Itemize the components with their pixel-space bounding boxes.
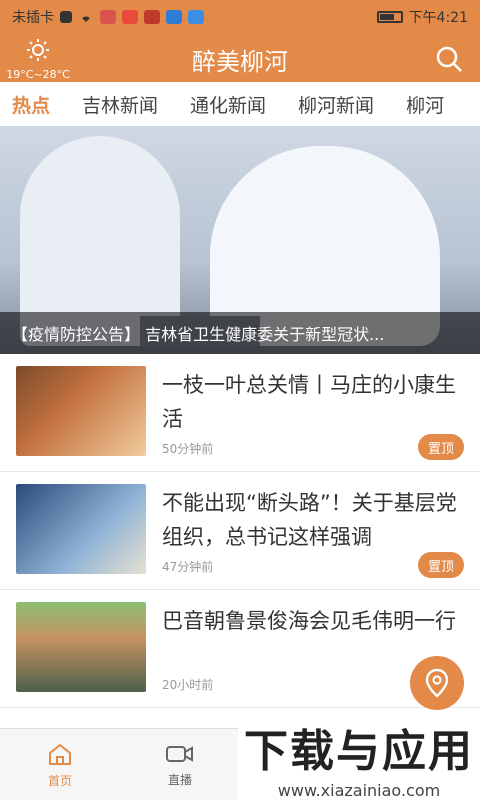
location-pin-icon: [425, 668, 449, 698]
news-time: 50分钟前: [162, 442, 214, 456]
watermark-overlay: 下载与应用 www.xiazainiao.com: [238, 714, 480, 800]
watermark-title: 下载与应用: [244, 725, 474, 777]
home-icon: [49, 743, 71, 765]
search-icon: [436, 46, 462, 72]
watermark-url: www.xiazainiao.com: [277, 780, 441, 800]
news-title: 不能出现“断头路”！关于基层党组织，总书记这样强调: [162, 491, 457, 549]
tab-liuhe[interactable]: 柳河: [406, 85, 444, 124]
wifi-icon: [78, 11, 94, 23]
pinned-badge: 置顶: [418, 434, 464, 460]
tab-hot[interactable]: 热点: [12, 85, 50, 124]
battery-icon: [376, 11, 403, 23]
app-notification-icon: [122, 10, 138, 24]
location-button[interactable]: [410, 656, 464, 710]
news-thumbnail: [16, 602, 146, 692]
sim-alert-icon: [60, 11, 72, 23]
carrier-label: 未插卡: [12, 10, 54, 26]
nav-live-label: 直播: [167, 772, 192, 787]
tab-jilin-news[interactable]: 吉林新闻: [82, 85, 158, 124]
category-tabs: 热点 吉林新闻 通化新闻 柳河新闻 柳河: [0, 82, 480, 126]
app-notification-icon: [188, 10, 204, 24]
app-notification-icon: [166, 10, 182, 24]
status-bar: 未插卡 下午4:21: [0, 0, 480, 34]
tab-liuhe-news[interactable]: 柳河新闻: [298, 85, 374, 124]
news-item[interactable]: 一枝一叶总关情丨马庄的小康生活 50分钟前 置顶: [0, 354, 480, 472]
app-header: 19°C~28°C 醉美柳河: [0, 34, 480, 82]
news-thumbnail: [16, 366, 146, 456]
pinned-badge: 置顶: [418, 552, 464, 578]
app-notification-icon: [144, 10, 160, 24]
tab-tonghua-news[interactable]: 通化新闻: [190, 85, 266, 124]
news-list: 一枝一叶总关情丨马庄的小康生活 50分钟前 置顶 不能出现“断头路”！关于基层党…: [0, 354, 480, 708]
nav-live[interactable]: 直播: [120, 729, 240, 801]
news-thumbnail: [16, 484, 146, 574]
news-title: 一枝一叶总关情丨马庄的小康生活: [162, 373, 456, 431]
nav-home-label: 首页: [47, 773, 72, 788]
search-button[interactable]: [434, 44, 464, 74]
nav-home[interactable]: 首页: [0, 729, 120, 801]
news-item[interactable]: 不能出现“断头路”！关于基层党组织，总书记这样强调 47分钟前 置顶: [0, 472, 480, 590]
news-time: 47分钟前: [162, 560, 214, 574]
status-time: 下午4:21: [408, 10, 468, 26]
app-notification-icon: [100, 10, 116, 24]
banner-caption: 【疫情防控公告】 吉林省卫生健康委关于新型冠状...: [0, 312, 480, 354]
headline-banner[interactable]: 【疫情防控公告】 吉林省卫生健康委关于新型冠状...: [0, 126, 480, 354]
app-title: 醉美柳河: [192, 48, 288, 76]
news-item[interactable]: 巴音朝鲁景俊海会见毛伟明一行 20小时前: [0, 590, 480, 708]
news-title: 巴音朝鲁景俊海会见毛伟明一行: [162, 609, 456, 633]
news-time: 20小时前: [162, 678, 214, 692]
video-camera-icon: [166, 745, 193, 762]
